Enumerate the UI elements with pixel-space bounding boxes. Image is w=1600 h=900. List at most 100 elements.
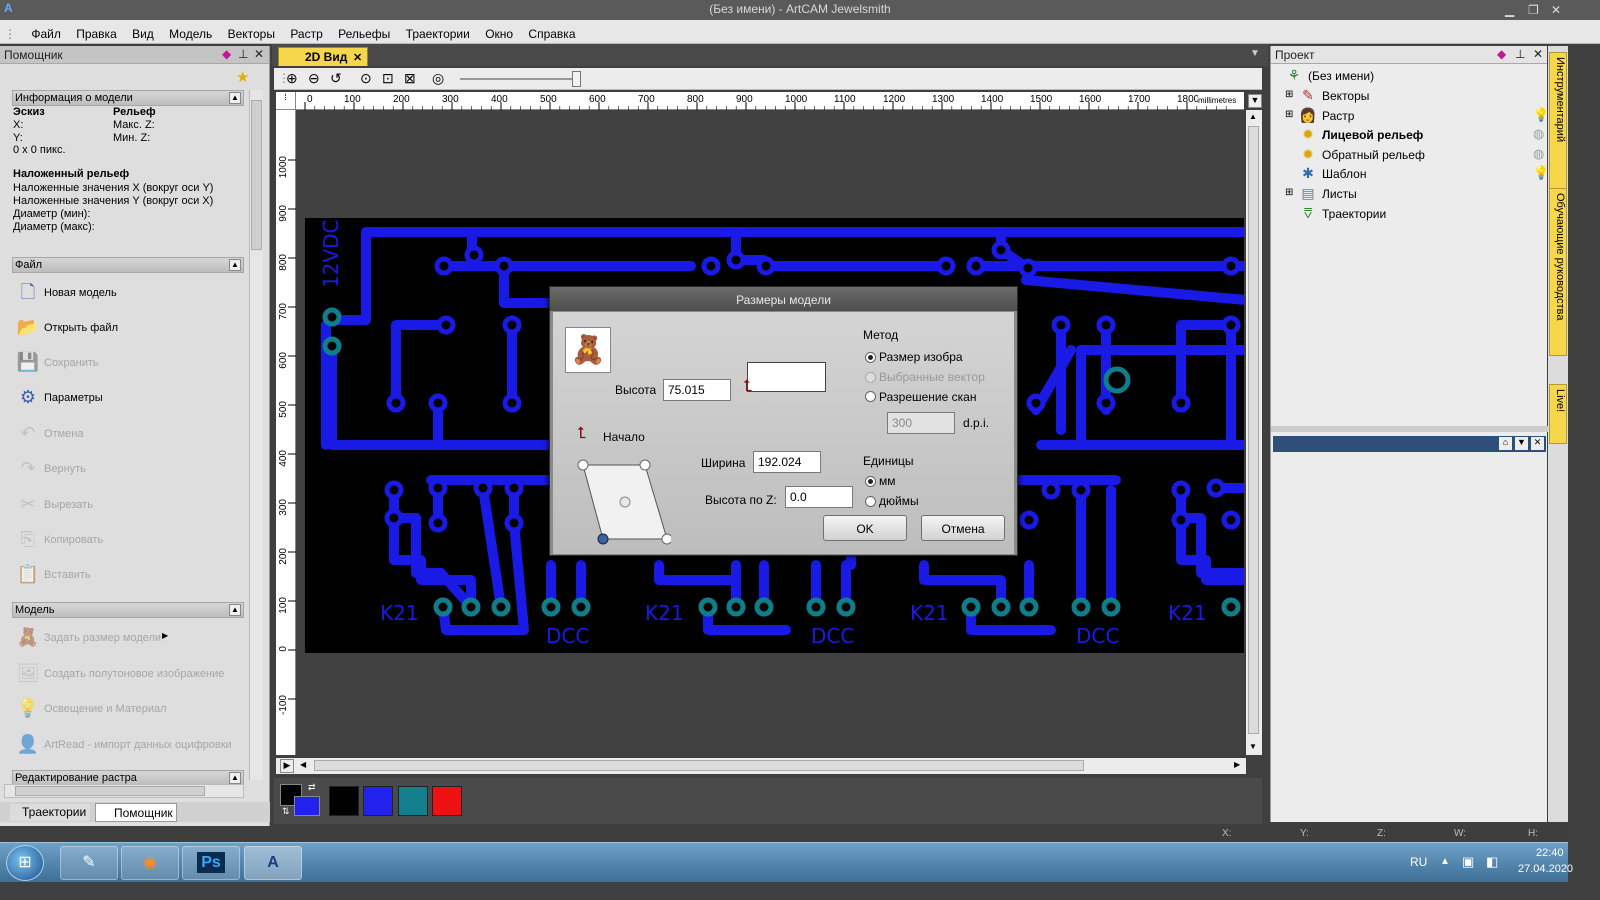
transparency-slider-thumb[interactable] [572, 71, 581, 87]
ok-button[interactable]: OK [823, 515, 907, 541]
left-hscrollbar[interactable] [4, 784, 244, 798]
new-model-button[interactable]: 🗋 Новая модель [16, 276, 241, 306]
secondary-color-swatch[interactable] [294, 796, 320, 816]
paste-button[interactable]: 📋 Вставить [16, 558, 241, 588]
pin-icon[interactable]: ⊥ [238, 47, 248, 61]
close-icon[interactable]: ✕ [1531, 437, 1544, 450]
camera-icon[interactable]: ◎ [432, 70, 444, 87]
lighting-material-button[interactable]: 💡 Освещение и Материал [16, 692, 241, 722]
swap-colors-icon[interactable]: ⇄ [308, 782, 316, 793]
transparency-slider[interactable] [460, 78, 580, 80]
copy-button[interactable]: ⎘ Копировать [16, 523, 241, 553]
collapse-icon[interactable]: ▲ [229, 604, 241, 616]
menu-file[interactable]: Файл [25, 20, 67, 41]
origin-selector[interactable] [575, 459, 671, 545]
zoom-in-icon[interactable]: ⊕ [286, 70, 298, 87]
eraser-icon[interactable]: ◆ [1497, 47, 1506, 61]
expand-icon[interactable]: ⊞ [1285, 89, 1293, 100]
dpi-input[interactable] [887, 412, 955, 434]
undo-button[interactable]: ↶ Отмена [16, 417, 241, 447]
method-scan-resolution-radio[interactable] [865, 391, 876, 402]
menu-window[interactable]: Окно [479, 20, 519, 41]
method-image-size-radio[interactable] [865, 352, 876, 363]
color-swatch-blue[interactable] [363, 786, 393, 816]
expand-icon[interactable]: ⊞ [1285, 109, 1293, 120]
network-icon[interactable]: ▣ [1462, 854, 1474, 870]
taskbar-artcam[interactable]: A [244, 846, 302, 880]
open-file-button[interactable]: 📂 Открыть файл [16, 311, 241, 341]
side-tab-live[interactable]: Live! [1549, 384, 1567, 444]
scroll-first-icon[interactable]: ▶ [280, 759, 294, 773]
pin-icon[interactable]: ⊥ [1515, 47, 1525, 61]
menu-toolpaths[interactable]: Траектории [400, 20, 476, 41]
left-vscrollbar[interactable] [249, 90, 263, 780]
volume-icon[interactable]: ◧ [1486, 854, 1498, 870]
minimize-button[interactable]: ▁ [1505, 3, 1514, 17]
collapse-icon[interactable]: ▲ [229, 772, 241, 784]
menu-view[interactable]: Вид [126, 20, 160, 41]
scroll-up-icon[interactable]: ▲ [1249, 112, 1257, 121]
close-panel-icon[interactable]: ✕ [254, 47, 264, 61]
method-selected-vectors-radio[interactable] [865, 372, 876, 383]
close-window-button[interactable]: ✕ [1551, 3, 1561, 17]
visibility-off-icon[interactable]: ◍ [1533, 126, 1544, 142]
tab-2d-view[interactable]: 2D Вид ✕ [278, 47, 368, 66]
zoom-all-icon[interactable]: ⊠ [404, 70, 416, 87]
zoom-previous-icon[interactable]: ↺ [330, 70, 342, 87]
view-dropdown-icon[interactable]: ▼ [1248, 94, 1262, 108]
reset-colors-icon[interactable]: ⇅ [282, 806, 290, 817]
taskbar-photoshop[interactable]: Ps [182, 846, 240, 880]
scroll-left-icon[interactable]: ◀ [300, 760, 306, 769]
home-icon[interactable]: ⌂ [1499, 437, 1512, 450]
save-button[interactable]: 💾 Сохранить [16, 346, 241, 376]
side-tab-tutorials[interactable]: Обучающие руководства [1549, 188, 1567, 356]
menu-raster[interactable]: Растр [284, 20, 328, 41]
zoom-box-icon[interactable]: ⊡ [382, 70, 394, 87]
redo-button[interactable]: ↷ Вернуть [16, 452, 241, 482]
color-swatch-teal[interactable] [398, 786, 428, 816]
start-button[interactable]: ⊞ [6, 845, 44, 881]
tab-assistant[interactable]: Помощник [95, 803, 177, 822]
units-inches-radio[interactable] [865, 496, 876, 507]
parameters-button[interactable]: ⚙ Параметры [16, 381, 241, 411]
color-swatch-black[interactable] [329, 786, 359, 816]
eraser-icon[interactable]: ◆ [222, 47, 231, 61]
favorite-star-icon[interactable]: ★ [236, 68, 249, 86]
close-panel-icon[interactable]: ✕ [1533, 47, 1543, 61]
scroll-right-icon[interactable]: ▶ [1234, 760, 1240, 769]
set-model-size-button[interactable]: 🧸 Задать размер модели ▶ [16, 621, 241, 651]
menu-model[interactable]: Модель [163, 20, 218, 41]
color-swatch-red[interactable] [432, 786, 462, 816]
create-grayscale-button[interactable]: 🖼 Создать полутоновое изображение [16, 657, 241, 687]
section-model[interactable]: Модель ▲ [12, 602, 244, 618]
visibility-on-icon[interactable]: 💡 [1533, 107, 1549, 123]
clock-date[interactable]: 27.04.2020 [1518, 863, 1573, 875]
height-input[interactable] [663, 379, 731, 401]
section-file[interactable]: Файл ▲ [12, 257, 244, 273]
zoom-out-icon[interactable]: ⊖ [308, 70, 320, 87]
zoom-fit-icon[interactable]: ⊙ [360, 70, 372, 87]
expand-icon[interactable]: ⊞ [1285, 187, 1293, 198]
menu-reliefs[interactable]: Рельефы [332, 20, 396, 41]
left-hscroll-thumb[interactable] [15, 786, 205, 796]
taskbar-firefox[interactable]: ◉ [121, 846, 179, 880]
show-hidden-icons-icon[interactable]: ▲ [1440, 856, 1450, 867]
section-model-info[interactable]: Информация о модели ▲ [12, 90, 244, 106]
canvas-hscrollbar[interactable]: ▶ ◀ ▶ [276, 758, 1246, 774]
restore-button[interactable]: ❐ [1528, 3, 1539, 17]
tab-toolpaths[interactable]: Траектории [10, 804, 90, 821]
scroll-down-icon[interactable]: ▼ [1249, 742, 1257, 751]
language-indicator[interactable]: RU [1410, 855, 1427, 869]
close-tab-icon[interactable]: ✕ [353, 51, 362, 64]
cancel-button[interactable]: Отмена [921, 515, 1005, 541]
artread-button[interactable]: 👤 ArtRead - импорт данных оцифровки [16, 728, 241, 758]
width-input[interactable] [753, 451, 821, 473]
tab-list-icon[interactable]: ▼ [1250, 48, 1260, 59]
zheight-input[interactable] [785, 486, 853, 508]
canvas-vscroll-thumb[interactable] [1248, 126, 1259, 734]
collapse-icon[interactable]: ▲ [229, 92, 241, 104]
taskbar-notepad[interactable]: ✎ [60, 846, 118, 880]
clock-time[interactable]: 22:40 [1536, 847, 1564, 859]
cut-button[interactable]: ✂ Вырезать [16, 488, 241, 518]
dropdown-icon[interactable]: ▼ [1515, 437, 1528, 450]
